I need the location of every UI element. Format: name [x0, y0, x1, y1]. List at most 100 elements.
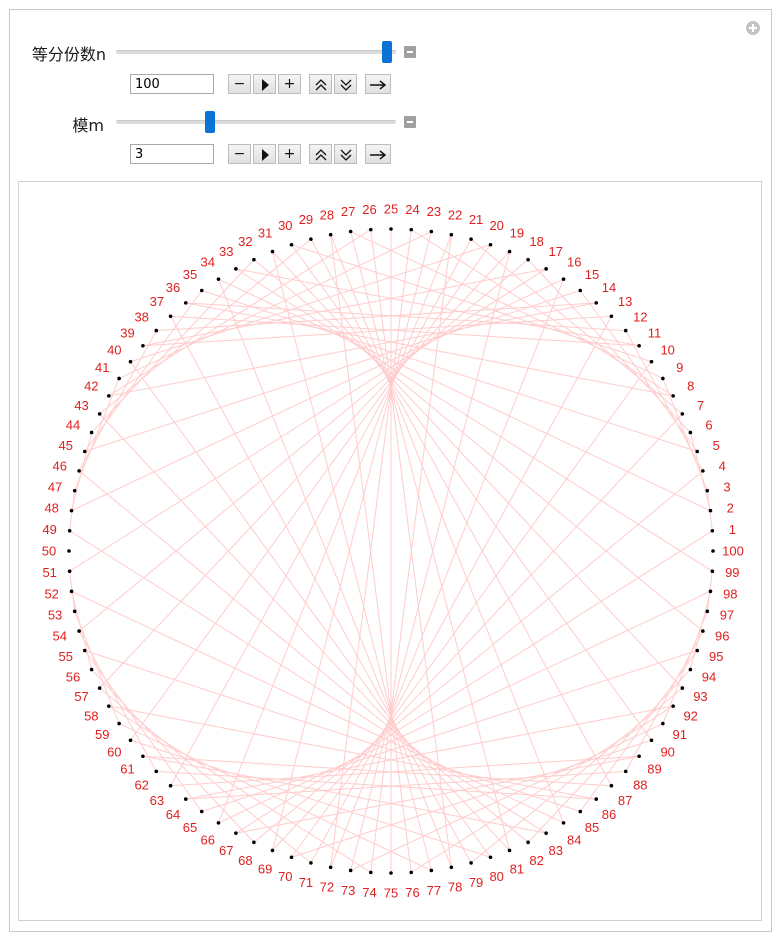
n-increment-button[interactable]: + — [278, 74, 301, 94]
chord-line — [170, 755, 640, 787]
circle-point — [544, 831, 548, 835]
circle-point — [234, 831, 238, 835]
circle-point — [328, 232, 333, 237]
circle-point — [141, 343, 145, 348]
m-collapse-toggle-icon[interactable] — [404, 116, 416, 128]
labels-group: 1234567891011121314151617181920212223242… — [42, 202, 744, 901]
chord-line — [99, 251, 510, 689]
point-label: 72 — [320, 879, 334, 894]
m-label: 模m — [72, 116, 104, 135]
circle-point — [671, 394, 675, 398]
n-collapse-toggle-icon[interactable] — [404, 46, 416, 58]
point-label: 68 — [238, 853, 252, 868]
circle-point — [289, 855, 294, 860]
m-slower-button[interactable] — [334, 144, 357, 164]
circle-point — [705, 609, 710, 614]
point-label: 12 — [633, 309, 647, 324]
chord-line — [350, 723, 664, 871]
m-decrement-button[interactable]: − — [228, 144, 251, 164]
point-label: 50 — [42, 544, 56, 559]
circle-point — [578, 809, 583, 814]
circle-point — [594, 301, 599, 305]
chord-line — [689, 432, 711, 511]
circle-point — [348, 868, 353, 873]
point-label: 19 — [510, 226, 524, 241]
double-chevron-down-icon — [340, 149, 351, 161]
circle-point — [671, 704, 675, 708]
play-icon — [261, 149, 269, 161]
m-slider-thumb[interactable] — [205, 111, 216, 133]
point-label: 63 — [150, 793, 164, 808]
point-label: 66 — [201, 832, 215, 847]
n-direction-button[interactable] — [365, 74, 391, 94]
circle-point — [637, 343, 641, 348]
circle-point — [128, 359, 133, 364]
circle-point — [680, 686, 685, 690]
point-label: 39 — [120, 326, 134, 341]
circle-point — [199, 809, 204, 814]
circle-point — [688, 430, 693, 435]
chord-line — [99, 413, 510, 851]
point-label: 35 — [183, 267, 197, 282]
m-direction-button[interactable] — [365, 144, 391, 164]
circle-point — [488, 242, 493, 247]
point-label: 33 — [219, 244, 233, 259]
circle-point — [526, 257, 530, 262]
circle-point — [449, 232, 454, 237]
n-slider-track[interactable] — [116, 50, 396, 54]
circle-point — [561, 277, 566, 281]
circle-point — [183, 797, 188, 801]
chord-line — [170, 316, 472, 864]
circle-point — [67, 549, 71, 553]
point-label: 80 — [489, 869, 503, 884]
circle-point — [507, 249, 512, 254]
n-slider[interactable] — [116, 41, 396, 63]
m-faster-button[interactable] — [309, 144, 332, 164]
point-label: 42 — [84, 379, 98, 394]
circle-point — [82, 648, 87, 653]
circle-point — [609, 314, 614, 319]
point-label: 14 — [602, 280, 616, 295]
point-label: 21 — [469, 212, 483, 227]
add-bookmark-icon[interactable] — [746, 21, 760, 35]
m-slider-track[interactable] — [116, 120, 396, 124]
circle-point — [89, 667, 94, 672]
circle-point — [488, 855, 493, 860]
point-label: 59 — [95, 727, 109, 742]
arrow-right-icon — [370, 150, 387, 160]
m-slider[interactable] — [116, 111, 396, 133]
point-label: 28 — [320, 208, 334, 223]
chord-line — [142, 315, 612, 347]
point-label: 95 — [709, 649, 723, 664]
point-label: 62 — [134, 778, 148, 793]
n-label: 等分份数n — [31, 45, 106, 64]
n-slider-thumb[interactable] — [381, 41, 392, 63]
circle-point — [623, 769, 628, 774]
point-label: 16 — [567, 255, 581, 270]
point-label: 27 — [341, 204, 355, 219]
point-label: 85 — [585, 820, 599, 835]
m-play-button[interactable] — [253, 144, 276, 164]
n-value-input[interactable] — [130, 74, 214, 94]
play-icon — [261, 79, 269, 91]
circle-point — [107, 704, 111, 708]
circle-point — [389, 227, 393, 231]
m-increment-button[interactable]: + — [278, 144, 301, 164]
chord-line — [310, 238, 612, 786]
n-decrement-button[interactable]: − — [228, 74, 251, 94]
n-faster-button[interactable] — [309, 74, 332, 94]
n-slower-button[interactable] — [334, 74, 357, 94]
point-label: 78 — [448, 879, 462, 894]
chord-line — [130, 244, 491, 741]
point-label: 41 — [95, 360, 109, 375]
point-label: 1 — [729, 522, 736, 537]
circle-point — [77, 469, 81, 473]
circle-point — [710, 569, 715, 574]
m-value-input[interactable] — [130, 144, 214, 164]
chord-line — [272, 251, 683, 689]
circle-point — [252, 840, 256, 845]
n-play-button[interactable] — [253, 74, 276, 94]
chord-line — [217, 278, 452, 868]
circle-point — [637, 754, 641, 759]
point-label: 51 — [42, 565, 56, 580]
